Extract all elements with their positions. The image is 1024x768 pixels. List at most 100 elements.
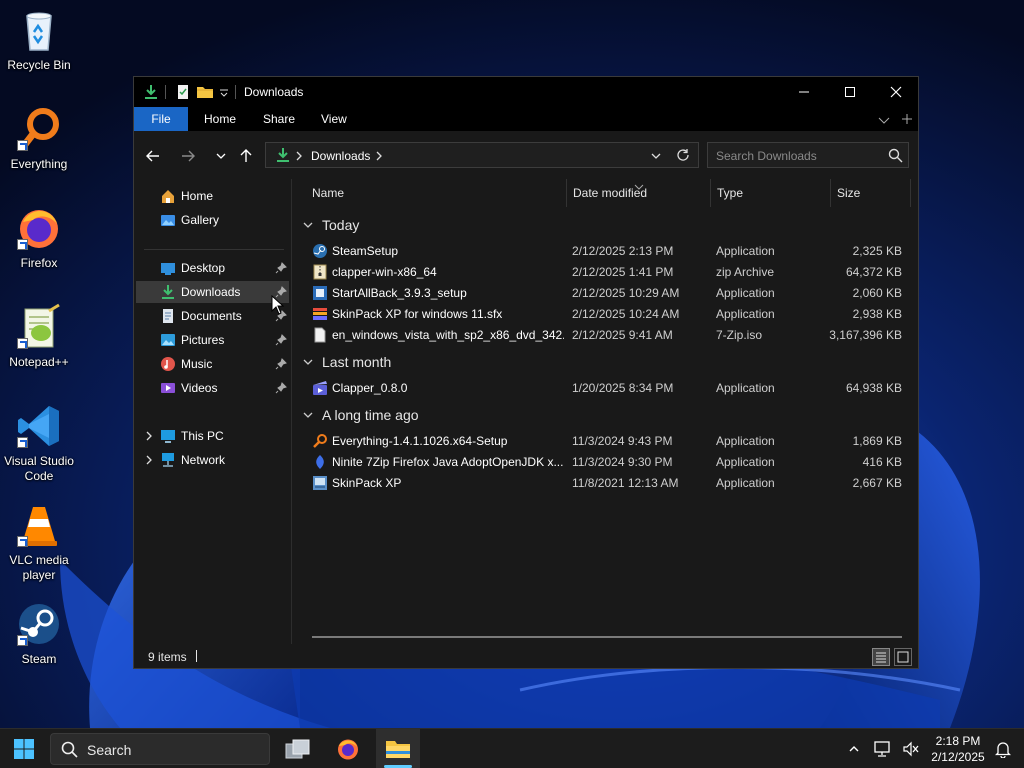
title-bar[interactable]: Downloads xyxy=(134,77,918,107)
maximize-icon xyxy=(845,87,855,97)
customize-toolbar-icon[interactable] xyxy=(219,87,229,103)
group-header-last-month[interactable]: Last month xyxy=(302,352,391,372)
column-header-date-modified[interactable]: Date modified xyxy=(573,179,647,207)
taskbar-file-explorer-button[interactable] xyxy=(376,729,420,768)
file-size: 2,667 KB xyxy=(852,476,902,490)
large-icons-view-button[interactable] xyxy=(894,648,912,666)
taskbar-search-label: Search xyxy=(87,742,132,758)
pin-icon[interactable] xyxy=(275,334,287,346)
file-row[interactable]: clapper-win-x86_64 2/12/2025 1:41 PM zip… xyxy=(308,261,908,282)
sidebar-item-downloads[interactable]: Downloads xyxy=(136,281,289,303)
sidebar-item-this-pc[interactable]: This PC xyxy=(136,425,289,447)
column-divider[interactable] xyxy=(910,179,911,207)
tab-home[interactable]: Home xyxy=(190,107,250,131)
column-header-type[interactable]: Type xyxy=(717,179,743,207)
home-icon xyxy=(160,188,176,204)
volume-button[interactable] xyxy=(901,739,921,759)
pin-icon[interactable] xyxy=(275,358,287,370)
file-explorer-window[interactable]: Downloads File Home Share View Downloads… xyxy=(133,76,919,669)
desktop-icon-everything[interactable]: Everything xyxy=(0,105,78,172)
tab-view[interactable]: View xyxy=(307,107,361,131)
file-type: Application xyxy=(716,434,775,448)
expand-ribbon-icon[interactable] xyxy=(878,114,890,128)
forward-button[interactable] xyxy=(177,145,199,167)
sidebar-item-home[interactable]: Home xyxy=(136,185,289,207)
desktop-icon-firefox[interactable]: Firefox xyxy=(0,204,78,271)
sidebar-item-network[interactable]: Network xyxy=(136,449,289,471)
new-folder-icon[interactable] xyxy=(196,84,214,100)
group-header-today[interactable]: Today xyxy=(302,215,359,235)
column-header-size[interactable]: Size xyxy=(837,179,860,207)
shortcut-arrow-icon xyxy=(17,635,28,646)
desktop-icon-vscode[interactable]: Visual Studio Code xyxy=(0,402,78,484)
minimize-button[interactable] xyxy=(781,77,827,107)
column-header-name[interactable]: Name xyxy=(312,179,344,207)
group-header-a-long-time-ago[interactable]: A long time ago xyxy=(302,405,419,425)
file-row[interactable]: SkinPack XP 11/8/2021 12:13 AM Applicati… xyxy=(308,472,908,493)
start-button[interactable] xyxy=(2,729,46,768)
desktop-icon-notepad-plus-plus[interactable]: Notepad++ xyxy=(0,303,78,370)
sidebar-item-documents[interactable]: Documents xyxy=(136,305,289,327)
pin-icon[interactable] xyxy=(275,382,287,394)
file-type: 7-Zip.iso xyxy=(716,328,763,342)
column-divider[interactable] xyxy=(710,179,711,207)
navigation-pane[interactable]: Home Gallery Desktop Downloads Documents… xyxy=(134,179,292,644)
taskbar-clock[interactable]: 2:18 PM 2/12/2025 xyxy=(926,733,990,765)
close-button[interactable] xyxy=(873,77,919,107)
sidebar-item-label: Desktop xyxy=(181,261,226,275)
clapper-icon xyxy=(312,380,328,396)
tab-share[interactable]: Share xyxy=(249,107,309,131)
sidebar-item-videos[interactable]: Videos xyxy=(136,377,289,399)
refresh-button[interactable] xyxy=(676,148,690,165)
taskbar-search-box[interactable]: Search xyxy=(50,733,270,765)
sidebar-item-desktop[interactable]: Desktop xyxy=(136,257,289,279)
chevron-right-icon[interactable] xyxy=(144,454,154,466)
recent-locations-button[interactable] xyxy=(210,145,232,167)
desktop-icon-steam[interactable]: Steam xyxy=(0,600,78,667)
chevron-right-icon[interactable] xyxy=(144,430,154,442)
breadcrumb-item[interactable]: Downloads xyxy=(311,149,370,163)
sidebar-item-music[interactable]: Music xyxy=(136,353,289,375)
add-tab-icon[interactable] xyxy=(901,113,913,128)
column-divider[interactable] xyxy=(566,179,567,207)
up-button[interactable] xyxy=(235,145,257,167)
notifications-button[interactable] xyxy=(993,739,1013,759)
file-row[interactable]: Ninite 7Zip Firefox Java AdoptOpenJDK x.… xyxy=(308,451,908,472)
file-type: Application xyxy=(716,476,775,490)
file-row[interactable]: Everything-1.4.1.1026.x64-Setup 11/3/202… xyxy=(308,430,908,451)
tab-file[interactable]: File xyxy=(134,107,188,131)
search-input[interactable]: Search Downloads xyxy=(707,142,909,168)
file-row[interactable]: SteamSetup 2/12/2025 2:13 PM Application… xyxy=(308,240,908,261)
breadcrumb-chevron-icon[interactable] xyxy=(375,150,383,164)
breadcrumb-chevron-icon xyxy=(295,150,303,164)
desktop-icon-recycle-bin[interactable]: Recycle Bin xyxy=(0,6,78,73)
file-row[interactable]: StartAllBack_3.9.3_setup 2/12/2025 10:29… xyxy=(308,282,908,303)
file-row[interactable]: SkinPack XP for windows 11.sfx 2/12/2025… xyxy=(308,303,908,324)
file-row[interactable]: Clapper_0.8.0 1/20/2025 8:34 PM Applicat… xyxy=(308,377,908,398)
desktop-icon-label: Firefox xyxy=(20,256,58,270)
file-type: zip Archive xyxy=(716,265,775,279)
pin-icon[interactable] xyxy=(275,262,287,274)
network-status-button[interactable] xyxy=(872,739,892,759)
desktop-icon-vlc[interactable]: VLC media player xyxy=(0,501,78,583)
horizontal-scrollbar[interactable] xyxy=(312,636,902,638)
skinpack-sfx-icon xyxy=(312,306,328,322)
file-size: 2,060 KB xyxy=(852,286,902,300)
file-list[interactable]: Name Date modified Type Size Today Steam… xyxy=(294,179,918,644)
maximize-button[interactable] xyxy=(827,77,873,107)
file-row[interactable]: en_windows_vista_with_sp2_x86_dvd_342...… xyxy=(308,324,908,345)
shortcut-arrow-icon xyxy=(17,140,28,151)
taskbar-firefox-button[interactable] xyxy=(326,729,370,768)
address-history-dropdown[interactable] xyxy=(650,150,662,164)
details-view-button[interactable] xyxy=(872,648,890,666)
back-button[interactable] xyxy=(142,145,164,167)
sidebar-item-gallery[interactable]: Gallery xyxy=(136,209,289,231)
search-icon[interactable] xyxy=(888,148,903,166)
properties-icon[interactable] xyxy=(175,84,191,100)
address-bar[interactable]: Downloads xyxy=(265,142,699,168)
task-view-button[interactable] xyxy=(276,729,320,768)
zip-archive-icon xyxy=(312,264,328,280)
sidebar-item-pictures[interactable]: Pictures xyxy=(136,329,289,351)
show-hidden-icons-button[interactable] xyxy=(844,739,864,759)
column-divider[interactable] xyxy=(830,179,831,207)
